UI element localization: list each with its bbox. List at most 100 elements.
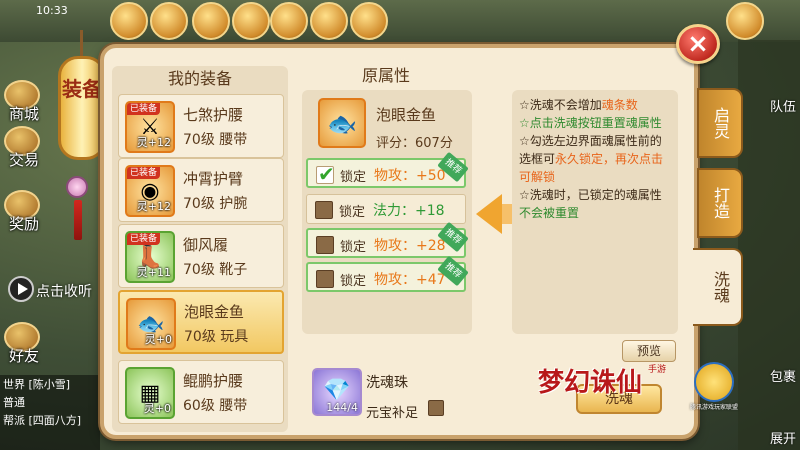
equipped-tag: 已装备 xyxy=(127,103,161,115)
menu-reward[interactable]: 奖励 xyxy=(0,190,48,234)
yuanbao-fill-checkbox[interactable] xyxy=(428,400,444,416)
yuanbao-fill-label: 元宝补足 xyxy=(366,406,419,421)
goldfish-icon: 🐟 灵+0 xyxy=(126,298,176,350)
shop-icon[interactable] xyxy=(270,2,308,40)
tab-qiling[interactable]: 启灵 xyxy=(697,88,743,158)
activity-icon[interactable] xyxy=(150,2,188,40)
attribute-value: 物攻：+28 xyxy=(374,238,446,254)
voice-play-icon[interactable] xyxy=(8,276,34,302)
item-soul-level: 灵+11 xyxy=(136,266,171,279)
wash-pearl-slot[interactable]: 💎 144/4 xyxy=(312,368,362,416)
equipment-item[interactable]: ▦ 灵+0 鲲鹏护腰 60级 腰带 xyxy=(118,360,284,424)
boots-icon: 👢 已装备 灵+11 xyxy=(125,231,175,283)
equipment-list-header: 我的装备 xyxy=(167,69,232,88)
tab-xihun[interactable]: 洗魂 xyxy=(693,248,743,326)
note-highlight: 不会被重置 xyxy=(519,206,580,220)
note-text: ☆洗魂不会增加 xyxy=(519,98,602,112)
note-line: ☆洗魂时，已锁定的魂属性不会被重置 xyxy=(519,186,671,222)
note-line: ☆点击洗魂按钮重置魂属性 xyxy=(519,114,671,132)
item-name: 鲲鹏护腰 xyxy=(183,372,244,390)
item-name: 七煞护腰 xyxy=(183,106,244,124)
note-highlight: 魂条数 xyxy=(601,98,638,112)
clock: 10:33 xyxy=(36,4,68,17)
expand-button[interactable]: 展开 xyxy=(770,428,796,447)
item-meta: 70级 玩具 xyxy=(184,329,249,345)
logo-text: 梦幻诛仙 xyxy=(538,368,643,398)
attribute-value: 法力：+18 xyxy=(373,203,445,219)
menu-shop-label: 商城 xyxy=(8,105,39,123)
item-soul-level: 灵+0 xyxy=(144,333,172,346)
arrow-left-icon xyxy=(476,194,502,234)
preview-button[interactable]: 预览 xyxy=(622,340,676,362)
menu-shop[interactable]: 商城 xyxy=(0,80,48,124)
note-line: ☆勾选左边界面魂属性前的选框可永久锁定，再次点击可解锁 xyxy=(519,132,671,186)
menu-friends-label: 好友 xyxy=(8,347,39,365)
chat-box[interactable]: 世界 [陈小雪] 普通 帮派 [四面八方] xyxy=(0,375,100,450)
menu-friends[interactable]: 好友 xyxy=(0,322,48,366)
equipment-item[interactable]: ⚔ 已装备 灵+12 七煞护腰 70级 腰带 xyxy=(118,94,284,158)
lantern-rope xyxy=(80,30,83,56)
charm-icon xyxy=(66,176,88,198)
lock-checkbox[interactable] xyxy=(315,201,333,219)
chat-line: 帮派 [四面八方] xyxy=(3,414,82,427)
wash-notes: ☆洗魂不会增加魂条数 ☆点击洗魂按钮重置魂属性 ☆勾选左边界面魂属性前的选框可永久锁… xyxy=(512,90,678,334)
equipment-item[interactable]: 👢 已装备 灵+11 御风履 70级 靴子 xyxy=(118,224,284,288)
note-text: ☆点击洗魂按钮重置魂属性 xyxy=(519,116,662,130)
game-logo: 梦幻诛仙 手游 xyxy=(538,362,678,406)
original-attr-header: 原属性 xyxy=(361,66,410,85)
attribute-row: 锁定 法力：+18 xyxy=(306,194,466,224)
team-button[interactable]: 队伍 xyxy=(770,96,796,115)
attribute-value: 物攻：+50 xyxy=(374,168,446,184)
lock-checkbox[interactable] xyxy=(316,162,335,186)
lock-label: 锁定 xyxy=(340,170,367,185)
item-meta: 70级 护腕 xyxy=(183,196,248,212)
avatar[interactable] xyxy=(726,2,764,40)
menu-trade-label: 交易 xyxy=(8,151,39,169)
goldfish-icon: 🐟 xyxy=(327,110,357,138)
mail-icon[interactable] xyxy=(350,2,388,40)
bag-button[interactable]: 包裹 xyxy=(770,366,796,385)
lantern-body xyxy=(58,56,106,160)
chat-line: 普通 xyxy=(3,396,25,409)
pearl-icon: 💎 xyxy=(323,378,351,403)
click-listen-hint[interactable]: 点击收听 xyxy=(36,281,92,301)
item-name: 泡眼金鱼 xyxy=(184,303,245,321)
menu-trade[interactable]: 交易 xyxy=(0,126,48,170)
tencent-league-badge-icon xyxy=(694,362,734,402)
chat-line: 世界 [陈小雪] xyxy=(3,378,71,391)
belt-icon: ⚔ 已装备 灵+12 xyxy=(125,101,175,153)
menu-reward-label: 奖励 xyxy=(8,215,39,233)
right-hud-strip: 队伍 包裹 展开 xyxy=(738,40,800,450)
lock-label: 锁定 xyxy=(339,205,366,220)
belt-icon: ▦ 灵+0 xyxy=(125,367,175,419)
equipment-item[interactable]: 🐟 灵+0 泡眼金鱼 70级 玩具 xyxy=(118,290,284,354)
lock-checkbox[interactable] xyxy=(316,270,334,288)
tassel-icon xyxy=(74,200,82,240)
attribute-value: 物攻：+47 xyxy=(374,272,446,288)
lantern-title: 装备 xyxy=(58,30,106,162)
close-button[interactable]: × xyxy=(676,24,720,64)
item-soul-level: 灵+12 xyxy=(136,136,171,149)
badge-caption: 腾讯游戏玩家联盟 xyxy=(689,404,738,411)
equipment-item[interactable]: ◉ 已装备 灵+12 冲霄护臂 70级 护腕 xyxy=(118,158,284,222)
tab-dazao[interactable]: 打造 xyxy=(697,168,743,238)
selected-item-score: 评分：607分 xyxy=(376,136,453,151)
rank-icon[interactable] xyxy=(310,2,348,40)
item-soul-level: 灵+12 xyxy=(136,200,171,213)
gift-icon[interactable] xyxy=(232,2,270,40)
note-line: ☆洗魂不会增加魂条数 xyxy=(519,96,671,114)
lock-label: 锁定 xyxy=(340,240,367,255)
item-meta: 60级 腰带 xyxy=(183,398,248,414)
attribute-row: 锁定物攻：+50推荐 xyxy=(306,151,469,188)
reward-icon[interactable] xyxy=(192,2,230,40)
item-soul-level: 灵+0 xyxy=(143,402,171,415)
logo-sub: 手游 xyxy=(648,365,667,375)
item-name: 御风履 xyxy=(183,236,229,254)
lock-checkbox[interactable] xyxy=(316,236,334,254)
item-name: 冲霄护臂 xyxy=(183,170,244,188)
event-icon[interactable] xyxy=(110,2,148,40)
equipped-tag: 已装备 xyxy=(127,167,161,179)
panel-title: 装备 xyxy=(62,77,102,101)
selected-item-name: 泡眼金鱼 xyxy=(376,106,437,124)
close-icon: × xyxy=(687,29,709,59)
